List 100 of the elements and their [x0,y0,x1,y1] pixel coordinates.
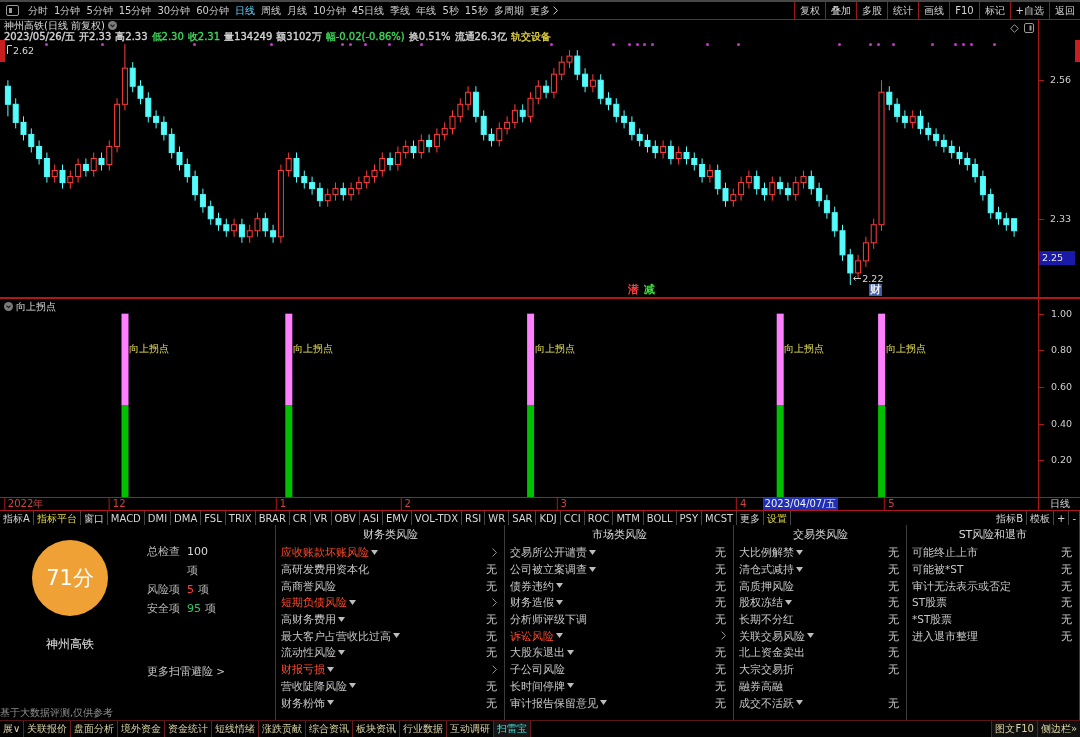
period-tab[interactable]: 15分钟 [115,2,155,19]
bottom-tab[interactable]: 资金统计 [165,721,213,737]
risk-item[interactable]: 审计报告保留意见 [510,695,598,710]
risk-item[interactable]: 可能终止上市 [912,545,978,560]
bottom-tab[interactable]: 展∨ [0,721,25,737]
window-icon[interactable] [6,5,19,16]
risk-item[interactable]: 北上资金卖出 [739,645,805,660]
indicator-tab[interactable]: VOL-TDX [411,511,463,525]
side-panel-button[interactable]: 图文F10 [991,721,1037,737]
bottom-tab[interactable]: 关联报价 [24,721,72,737]
indicator-tab[interactable]: FSL [201,511,226,525]
period-tab[interactable]: 45日线 [348,2,388,19]
risk-item[interactable]: 长时间停牌 [510,678,565,693]
bottom-tab[interactable]: 板块资讯 [353,721,401,737]
period-tab[interactable]: 5秒 [439,2,462,19]
period-tab[interactable]: 年线 [413,2,440,19]
risk-item[interactable]: 最大客户占营收比过高 [281,628,391,643]
indicator-tab[interactable]: RSI [462,511,486,525]
indicator-button[interactable]: - [1069,511,1080,525]
risk-item[interactable]: *ST股票 [912,612,953,627]
risk-item[interactable]: 大比例解禁 [739,545,794,560]
risk-item[interactable]: 分析师评级下调 [510,612,587,627]
risk-item[interactable]: 财务造假 [510,595,554,610]
risk-item[interactable]: 关联交易风险 [739,628,805,643]
period-tab[interactable]: 10分钟 [309,2,349,19]
indicator-tab[interactable]: MCST [702,511,738,525]
period-tab[interactable]: 30分钟 [154,2,194,19]
risk-item[interactable]: 进入退市整理 [912,628,978,643]
dropdown-icon[interactable] [4,302,13,311]
indicator-tab[interactable]: 设置 [764,511,792,525]
risk-item[interactable]: 高商誉风险 [281,578,336,593]
period-tab[interactable]: 日线 [231,2,258,19]
period-tab[interactable]: 周线 [257,2,284,19]
risk-item[interactable]: ST股票 [912,595,948,610]
side-panel-button[interactable]: 侧边栏» [1036,721,1080,737]
risk-item[interactable]: 短期负债风险 [281,595,347,610]
risk-item[interactable]: 高财务费用 [281,612,336,627]
risk-item[interactable]: 股权冻结 [739,595,783,610]
period-tab[interactable]: 季线 [387,2,414,19]
indicator-tab[interactable]: TRIX [225,511,256,525]
bottom-tab[interactable]: 行业数据 [400,721,448,737]
bottom-tab[interactable]: 盘面分析 [71,721,119,737]
diamond-icon[interactable] [1010,23,1019,33]
risk-item[interactable]: 财报亏损 [281,662,325,677]
indicator-tab[interactable]: 窗口 [80,511,108,525]
bottom-tab[interactable]: 互动调研 [447,721,495,737]
indicator-tab[interactable]: EMV [383,511,412,525]
indicator-tab[interactable]: ROC [584,511,614,525]
period-tab[interactable]: 60分钟 [193,2,232,19]
bottom-tab[interactable]: 综合资讯 [306,721,354,737]
indicator-tab[interactable]: 指标平台 [33,511,81,525]
period-tab[interactable]: 多周期 [490,2,527,19]
bottom-tab[interactable]: 涨跌贡献 [259,721,307,737]
indicator-tab[interactable]: BOLL [643,511,677,525]
indicator-tab[interactable]: WR [485,511,510,525]
risk-item[interactable]: 可能被*ST [912,562,964,577]
period-tab[interactable]: 5分钟 [83,2,116,19]
risk-item[interactable]: 大宗交易折 [739,662,794,677]
indicator-tab[interactable]: KDJ [536,511,561,525]
indicator-tab[interactable]: MACD [107,511,145,525]
indicator-tab[interactable]: DMA [171,511,202,525]
indicator-tab[interactable]: MTM [613,511,644,525]
risk-item[interactable]: 公司被立案调查 [510,562,587,577]
indicator-tab[interactable]: CCI [560,511,585,525]
indicator-tab[interactable]: 更多 [737,511,765,525]
risk-item[interactable]: 财务粉饰 [281,695,325,710]
risk-item[interactable]: 长期不分红 [739,612,794,627]
window-icon[interactable] [1024,23,1034,33]
risk-item[interactable]: 营收陡降风险 [281,678,347,693]
period-tab[interactable]: 分时 [25,2,51,19]
bottom-tab[interactable]: 短线情绪 [212,721,260,737]
indicator-tab[interactable]: ASI [359,511,383,525]
risk-item[interactable]: 高质押风险 [739,578,794,593]
indicator-tab[interactable]: BRAR [255,511,290,525]
risk-item[interactable]: 交易所公开谴责 [510,545,587,560]
risk-item[interactable]: 成交不活跃 [739,695,794,710]
risk-item[interactable]: 诉讼风险 [510,628,554,643]
indicator-tab[interactable]: CR [289,511,311,525]
risk-item[interactable]: 审计无法表示或否定 [912,578,1011,593]
dropdown-icon[interactable] [108,21,117,30]
risk-item[interactable]: 应收账款坏账风险 [281,545,369,560]
indicator-button[interactable]: + [1054,511,1070,525]
indicator-button[interactable]: 指标B [993,511,1027,525]
period-tab[interactable]: 月线 [283,2,310,19]
risk-item[interactable]: 大股东退出 [510,645,565,660]
more-scan-link[interactable]: 更多扫雷避险 > [147,663,275,679]
more-button[interactable]: 更多 [526,2,561,19]
risk-item[interactable]: 流动性风险 [281,645,336,660]
bottom-tab[interactable]: 扫雷宝 [494,721,532,737]
period-tab[interactable]: 15秒 [461,2,491,19]
indicator-tab[interactable]: DMI [144,511,172,525]
indicator-tab[interactable]: SAR [509,511,537,525]
risk-item[interactable]: 高研发费用资本化 [281,562,369,577]
risk-item[interactable]: 债券违约 [510,578,554,593]
risk-item[interactable]: 子公司风险 [510,662,565,677]
indicator-tab[interactable]: PSY [676,511,702,525]
indicator-tab[interactable]: VR [310,511,332,525]
risk-item[interactable]: 融券高融 [739,678,783,693]
period-tab[interactable]: 1分钟 [51,2,84,19]
bottom-tab[interactable]: 境外资金 [118,721,166,737]
